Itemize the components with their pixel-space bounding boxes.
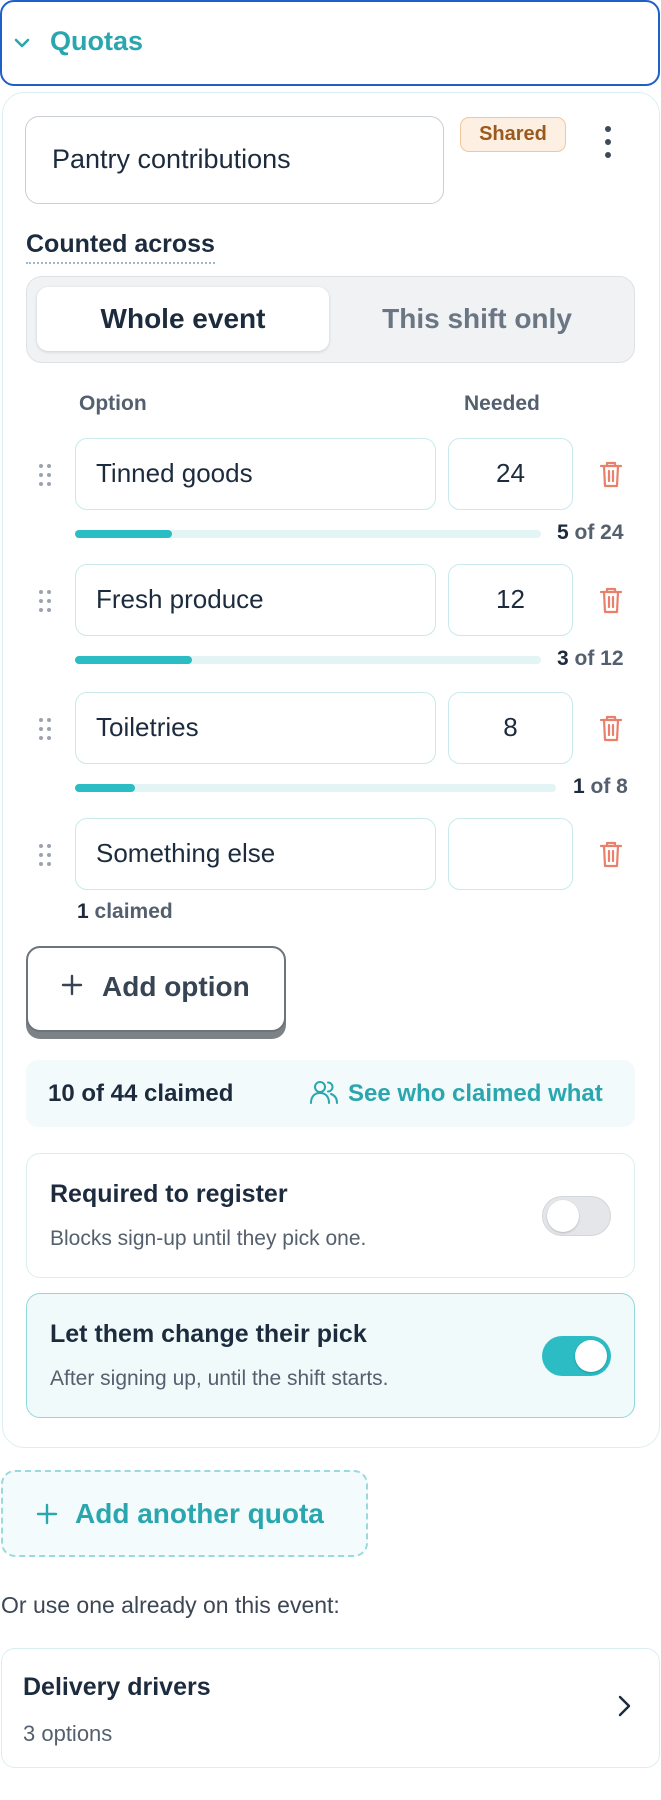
quotas-section-header[interactable]: Quotas (0, 0, 660, 86)
option-name-input[interactable]: Tinned goods (75, 438, 436, 510)
claimed-count: 1 claimed (77, 900, 173, 923)
chevron-down-icon (14, 38, 30, 48)
option-row: Toiletries 8 1 of 8 (0, 692, 661, 802)
trash-icon[interactable] (598, 839, 624, 869)
segment-whole-event[interactable]: Whole event (37, 287, 329, 351)
option-needed-input[interactable]: 8 (448, 692, 573, 764)
setting-title: Required to register (50, 1180, 288, 1208)
add-option-label: Add option (102, 971, 250, 1002)
required-to-register-toggle[interactable] (542, 1196, 611, 1236)
progress-count: 1 of 8 (573, 775, 628, 798)
required-to-register-setting: Required to register Blocks sign-up unti… (26, 1153, 635, 1278)
existing-quota-item[interactable]: Delivery drivers 3 options (1, 1648, 660, 1768)
drag-handle-icon[interactable] (39, 464, 53, 488)
section-title: Quotas (50, 26, 144, 56)
add-option-button[interactable]: Add option (26, 946, 286, 1032)
counted-across-label: Counted across (26, 230, 215, 264)
progress-fill (75, 784, 136, 792)
option-row: Fresh produce 12 3 of 12 (0, 564, 661, 674)
progress-count: 5 of 24 (557, 521, 624, 544)
progress-fill (75, 530, 173, 538)
option-name-input[interactable]: Something else (75, 818, 436, 890)
add-another-quota-label: Add another quota (75, 1498, 324, 1529)
trash-icon[interactable] (598, 713, 624, 743)
option-needed-input[interactable]: 24 (448, 438, 573, 510)
shared-badge: Shared (460, 117, 566, 152)
drag-handle-icon[interactable] (39, 844, 53, 868)
column-header-option: Option (79, 392, 147, 415)
progress-bar (75, 784, 556, 792)
plus-icon (61, 974, 83, 996)
progress-bar (75, 530, 541, 538)
kebab-menu-icon[interactable] (598, 124, 618, 160)
drag-handle-icon[interactable] (39, 718, 53, 742)
people-icon (310, 1081, 338, 1104)
trash-icon[interactable] (598, 459, 624, 489)
column-header-needed: Needed (464, 392, 540, 415)
claimed-total: 10 of 44 claimed (48, 1080, 234, 1107)
trash-icon[interactable] (598, 585, 624, 615)
setting-description: Blocks sign-up until they pick one. (50, 1227, 367, 1250)
see-who-claimed-link[interactable]: See who claimed what (348, 1080, 603, 1108)
option-needed-input[interactable]: 12 (448, 564, 573, 636)
progress-bar (75, 656, 541, 664)
change-pick-toggle[interactable] (542, 1336, 611, 1376)
add-another-quota-button[interactable]: Add another quota (1, 1470, 368, 1557)
drag-handle-icon[interactable] (39, 590, 53, 614)
plus-icon (36, 1503, 58, 1525)
option-name-input[interactable]: Toiletries (75, 692, 436, 764)
progress-count: 3 of 12 (557, 647, 624, 670)
progress-fill (75, 656, 192, 664)
existing-quota-intro: Or use one already on this event: (1, 1592, 340, 1618)
segment-this-shift-only[interactable]: This shift only (331, 287, 623, 351)
option-needed-input[interactable] (448, 818, 573, 890)
setting-title: Let them change their pick (50, 1320, 367, 1348)
claim-summary: 10 of 44 claimed See who claimed what (26, 1060, 635, 1127)
setting-description: After signing up, until the shift starts… (50, 1367, 389, 1390)
option-row: Tinned goods 24 5 of 24 (0, 438, 661, 548)
chevron-right-icon (618, 1695, 631, 1717)
change-pick-setting: Let them change their pick After signing… (26, 1293, 635, 1418)
option-name-input[interactable]: Fresh produce (75, 564, 436, 636)
existing-quota-title: Delivery drivers (23, 1673, 211, 1701)
existing-quota-subtitle: 3 options (23, 1721, 113, 1746)
counted-across-segmented-control: Whole event This shift only (26, 276, 635, 363)
quota-name-input[interactable]: Pantry contributions (25, 116, 444, 204)
